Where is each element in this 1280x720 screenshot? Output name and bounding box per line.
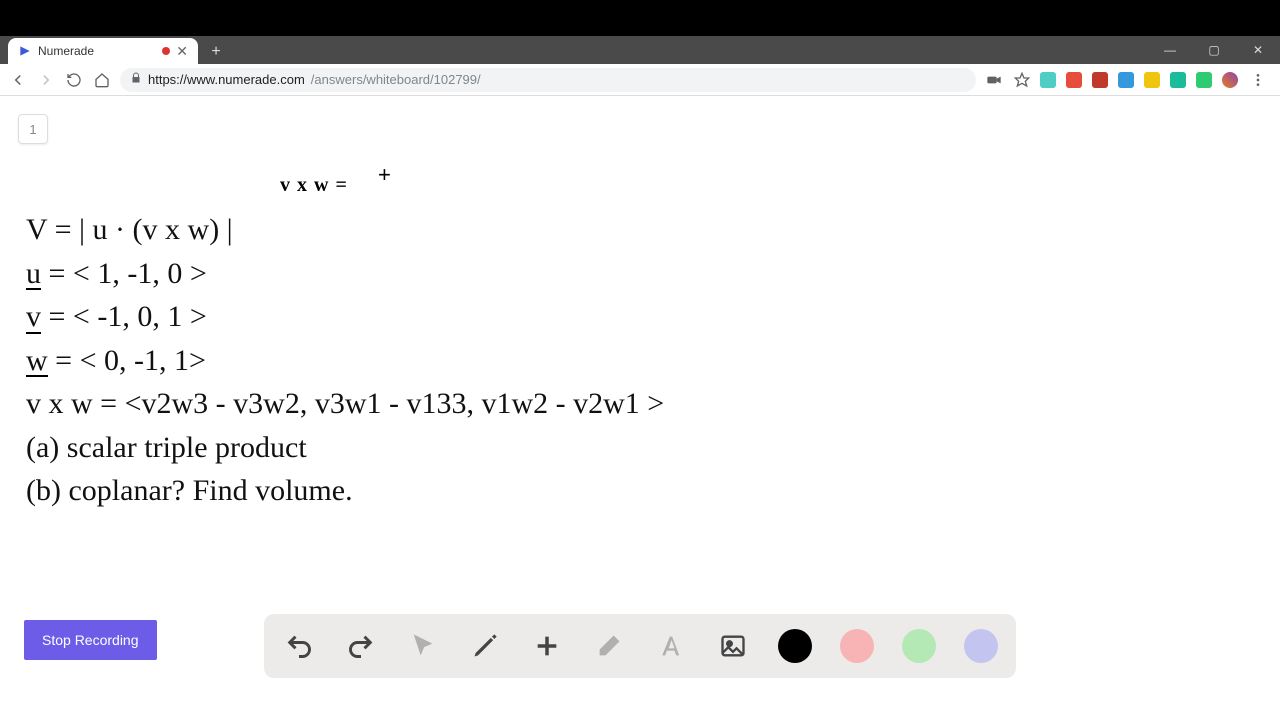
text-tool-button[interactable] (654, 629, 688, 663)
math-line-2-rest: = < 1, -1, 0 > (41, 257, 207, 290)
color-swatch-blue[interactable] (964, 629, 998, 663)
extension-icon-2[interactable] (1066, 72, 1082, 88)
math-line-4: w = < 0, -1, 1> (26, 339, 664, 383)
step-indicator[interactable]: 1 (18, 114, 48, 144)
extension-icon-1[interactable] (1040, 72, 1056, 88)
numerade-favicon-icon (18, 44, 32, 58)
vector-v: v (26, 303, 41, 334)
math-line-3: v = < -1, 0, 1 > (26, 295, 664, 339)
stop-recording-button[interactable]: Stop Recording (24, 620, 157, 660)
new-tab-button[interactable]: + (204, 40, 228, 64)
add-tool-button[interactable] (530, 629, 564, 663)
url-field[interactable]: https://www.numerade.com/answers/whitebo… (120, 68, 976, 92)
url-host: https://www.numerade.com (148, 72, 305, 87)
math-line-5: v x w = <v2w3 - v3w2, v3w1 - v133, v1w2 … (26, 382, 664, 426)
handwritten-annotation: v x w = (280, 174, 348, 197)
pointer-tool-button[interactable] (406, 629, 440, 663)
camera-icon[interactable] (984, 70, 1004, 90)
math-line-1: V = | u · (v x w) | (26, 208, 664, 252)
math-line-7: (b) coplanar? Find volume. (26, 469, 664, 513)
browser-tab[interactable]: Numerade ✕ (8, 38, 198, 64)
whiteboard-toolbar (264, 614, 1016, 678)
window-controls: — ▢ ✕ (1148, 36, 1280, 64)
window-titlebar-black (0, 0, 1280, 36)
browser-address-bar: https://www.numerade.com/answers/whitebo… (0, 64, 1280, 96)
home-button[interactable] (92, 70, 112, 90)
eraser-tool-button[interactable] (592, 629, 626, 663)
math-content: V = | u · (v x w) | u = < 1, -1, 0 > v =… (26, 208, 664, 513)
vector-w: w (26, 347, 48, 378)
math-line-6: (a) scalar triple product (26, 426, 664, 470)
extension-icon-5[interactable] (1144, 72, 1160, 88)
math-line-4-rest: = < 0, -1, 1> (48, 344, 206, 377)
color-swatch-green[interactable] (902, 629, 936, 663)
color-swatch-red[interactable] (840, 629, 874, 663)
undo-button[interactable] (282, 629, 316, 663)
pen-tool-button[interactable] (468, 629, 502, 663)
redo-button[interactable] (344, 629, 378, 663)
url-path: /answers/whiteboard/102799/ (311, 72, 481, 87)
vector-u: u (26, 260, 41, 291)
extension-icons (1040, 70, 1272, 90)
whiteboard-page: 1 v x w = + V = | u · (v x w) | u = < 1,… (0, 96, 1280, 720)
color-swatch-black[interactable] (778, 629, 812, 663)
extension-icon-6[interactable] (1170, 72, 1186, 88)
extension-icon-4[interactable] (1118, 72, 1134, 88)
extension-icon-3[interactable] (1092, 72, 1108, 88)
forward-button[interactable] (36, 70, 56, 90)
recording-indicator-icon (162, 47, 170, 55)
crosshair-cursor-icon: + (378, 162, 391, 188)
browser-tabstrip: Numerade ✕ + — ▢ ✕ (0, 36, 1280, 64)
bookmark-star-button[interactable] (1012, 70, 1032, 90)
reload-button[interactable] (64, 70, 84, 90)
window-minimize-button[interactable]: — (1148, 36, 1192, 64)
tab-title: Numerade (38, 44, 156, 58)
profile-avatar-icon[interactable] (1222, 72, 1238, 88)
extension-icon-7[interactable] (1196, 72, 1212, 88)
lock-icon (130, 72, 142, 87)
window-maximize-button[interactable]: ▢ (1192, 36, 1236, 64)
tab-close-button[interactable]: ✕ (176, 44, 188, 58)
image-tool-button[interactable] (716, 629, 750, 663)
math-line-3-rest: = < -1, 0, 1 > (41, 300, 207, 333)
math-line-2: u = < 1, -1, 0 > (26, 252, 664, 296)
back-button[interactable] (8, 70, 28, 90)
window-close-button[interactable]: ✕ (1236, 36, 1280, 64)
menu-button[interactable] (1248, 70, 1268, 90)
